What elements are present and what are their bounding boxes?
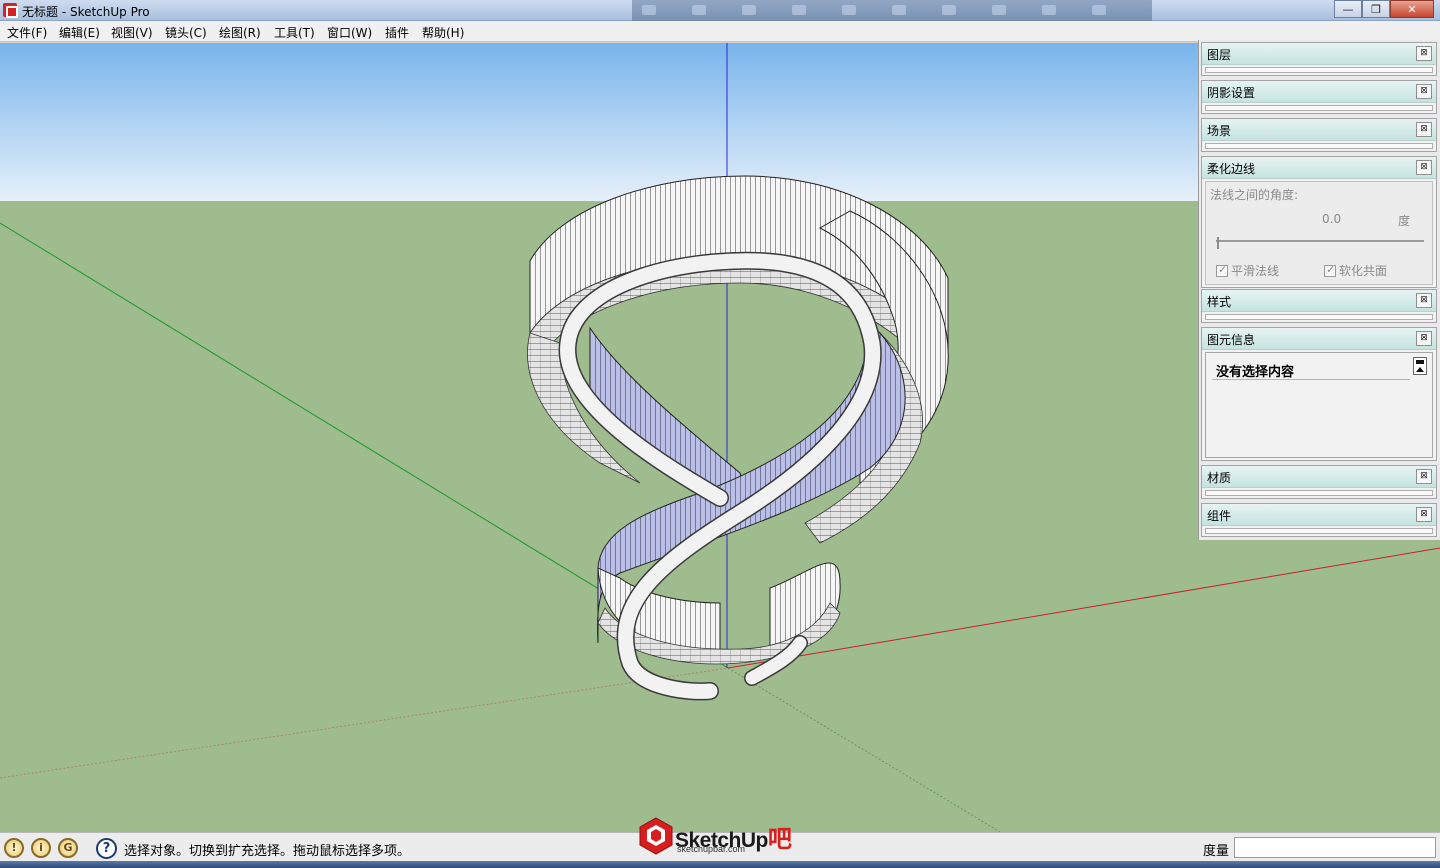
- styles-panel-title: 样式: [1207, 295, 1232, 309]
- angle-slider-thumb[interactable]: [1217, 237, 1219, 249]
- styles-panel: 样式 ⊠: [1201, 289, 1437, 323]
- scenes-panel-header[interactable]: 场景 ⊠: [1202, 119, 1436, 141]
- angle-value: 0.0: [1322, 212, 1342, 226]
- minimize-button[interactable]: —: [1334, 0, 1362, 18]
- close-icon[interactable]: ⊠: [1416, 160, 1432, 175]
- maximize-button[interactable]: ❐: [1362, 0, 1390, 18]
- smooth-normals-checkbox[interactable]: [1216, 263, 1228, 277]
- layers-panel-title: 图层: [1207, 48, 1232, 62]
- entity-info-panel: 图元信息 ⊠ 没有选择内容: [1201, 327, 1437, 461]
- close-icon[interactable]: ⊠: [1416, 469, 1432, 484]
- close-icon[interactable]: ⊠: [1416, 122, 1432, 137]
- menu-edit[interactable]: 编辑(E): [59, 24, 100, 41]
- smooth-normals-label: 平滑法线: [1231, 264, 1280, 278]
- layers-panel: 图层 ⊠: [1201, 42, 1437, 76]
- close-icon[interactable]: ⊠: [1416, 331, 1432, 346]
- close-icon[interactable]: ⊠: [1416, 84, 1432, 99]
- watermark-suffix: 吧: [767, 826, 792, 853]
- default-tray: 图层 ⊠ 阴影设置 ⊠ 场景 ⊠ 柔化边线 ⊠ 法线之间的角度: 0.0 度 ✓…: [1198, 40, 1440, 540]
- panel-footer: [1205, 490, 1433, 496]
- soften-edges-body: 法线之间的角度: 0.0 度 平滑法线 软化共面: [1205, 181, 1433, 285]
- angle-label: 法线之间的角度:: [1210, 188, 1299, 202]
- smooth-normals-option[interactable]: 平滑法线: [1216, 262, 1279, 279]
- no-selection-text: 没有选择内容: [1216, 365, 1295, 380]
- user-account-icon[interactable]: G: [58, 838, 78, 858]
- menu-file[interactable]: 文件(F): [7, 24, 47, 41]
- scenes-panel: 场景 ⊠: [1201, 118, 1437, 152]
- angle-unit: 度: [1398, 214, 1411, 228]
- components-panel-title: 组件: [1207, 509, 1232, 523]
- panel-footer: [1205, 67, 1433, 73]
- status-bar: ! i G ? 选择对象。切换到扩充选择。拖动鼠标选择多项。 SketchUp吧…: [0, 817, 1440, 861]
- shadows-panel: 阴影设置 ⊠: [1201, 80, 1437, 114]
- os-taskbar: [0, 861, 1440, 868]
- soften-edges-panel-header[interactable]: 柔化边线 ⊠: [1202, 157, 1436, 179]
- panel-footer: [1205, 528, 1433, 534]
- menu-help[interactable]: 帮助(H): [422, 24, 464, 41]
- status-message: 选择对象。切换到扩充选择。拖动鼠标选择多项。: [124, 844, 411, 859]
- menu-draw[interactable]: 绘图(R): [219, 24, 261, 41]
- menu-window[interactable]: 窗口(W): [327, 24, 372, 41]
- help-icon[interactable]: ?: [96, 838, 117, 859]
- styles-panel-header[interactable]: 样式 ⊠: [1202, 290, 1436, 312]
- close-icon[interactable]: ⊠: [1416, 293, 1432, 308]
- sketchup-app-icon[interactable]: [3, 3, 18, 18]
- divider: [1212, 379, 1410, 380]
- entity-info-panel-header[interactable]: 图元信息 ⊠: [1202, 328, 1436, 350]
- geo-location-icon[interactable]: !: [4, 838, 24, 858]
- window-title: 无标题 - SketchUp Pro: [22, 5, 150, 19]
- materials-panel-header[interactable]: 材质 ⊠: [1202, 466, 1436, 488]
- entity-info-body: 没有选择内容: [1205, 352, 1433, 458]
- taskbar-thumbnails: [632, 0, 1152, 21]
- entity-info-panel-title: 图元信息: [1207, 333, 1256, 347]
- menu-plugins[interactable]: 插件: [385, 24, 409, 41]
- panel-footer: [1205, 314, 1433, 320]
- shadows-panel-title: 阴影设置: [1207, 86, 1256, 100]
- panel-footer: [1205, 143, 1433, 149]
- soften-coplanar-checkbox[interactable]: [1324, 263, 1336, 277]
- materials-panel: 材质 ⊠: [1201, 465, 1437, 499]
- soften-coplanar-label: 软化共面: [1339, 264, 1388, 278]
- credits-icon[interactable]: i: [31, 838, 51, 858]
- measurements-input[interactable]: [1234, 837, 1436, 858]
- scenes-panel-title: 场景: [1207, 124, 1232, 138]
- close-icon[interactable]: ⊠: [1416, 46, 1432, 61]
- soften-edges-panel: 柔化边线 ⊠ 法线之间的角度: 0.0 度 平滑法线 软化共面: [1201, 156, 1437, 288]
- sketchupbar-watermark: SketchUp吧 sketchupbar.com: [637, 815, 807, 861]
- sketchup-logo-icon: [639, 817, 673, 855]
- menu-tools[interactable]: 工具(T): [274, 24, 315, 41]
- watermark-url: sketchupbar.com: [677, 844, 746, 854]
- components-panel-header[interactable]: 组件 ⊠: [1202, 504, 1436, 526]
- title-bar: 无标题 - SketchUp Pro — ❐ ✕: [0, 0, 1440, 21]
- menu-view[interactable]: 视图(V): [111, 24, 153, 41]
- menu-bar: 文件(F) 编辑(E) 视图(V) 镜头(C) 绘图(R) 工具(T) 窗口(W…: [0, 21, 1440, 42]
- close-button[interactable]: ✕: [1390, 0, 1434, 18]
- materials-panel-title: 材质: [1207, 471, 1232, 485]
- menu-camera[interactable]: 镜头(C): [165, 24, 207, 41]
- angle-slider-track[interactable]: [1216, 240, 1424, 242]
- soften-edges-panel-title: 柔化边线: [1207, 162, 1256, 176]
- soften-coplanar-option[interactable]: 软化共面: [1324, 262, 1387, 279]
- components-panel: 组件 ⊠: [1201, 503, 1437, 537]
- close-icon[interactable]: ⊠: [1416, 507, 1432, 522]
- measurements-label: 度量: [1203, 844, 1230, 859]
- toggle-details-icon[interactable]: [1413, 357, 1427, 375]
- layers-panel-header[interactable]: 图层 ⊠: [1202, 43, 1436, 65]
- shadows-panel-header[interactable]: 阴影设置 ⊠: [1202, 81, 1436, 103]
- panel-footer: [1205, 105, 1433, 111]
